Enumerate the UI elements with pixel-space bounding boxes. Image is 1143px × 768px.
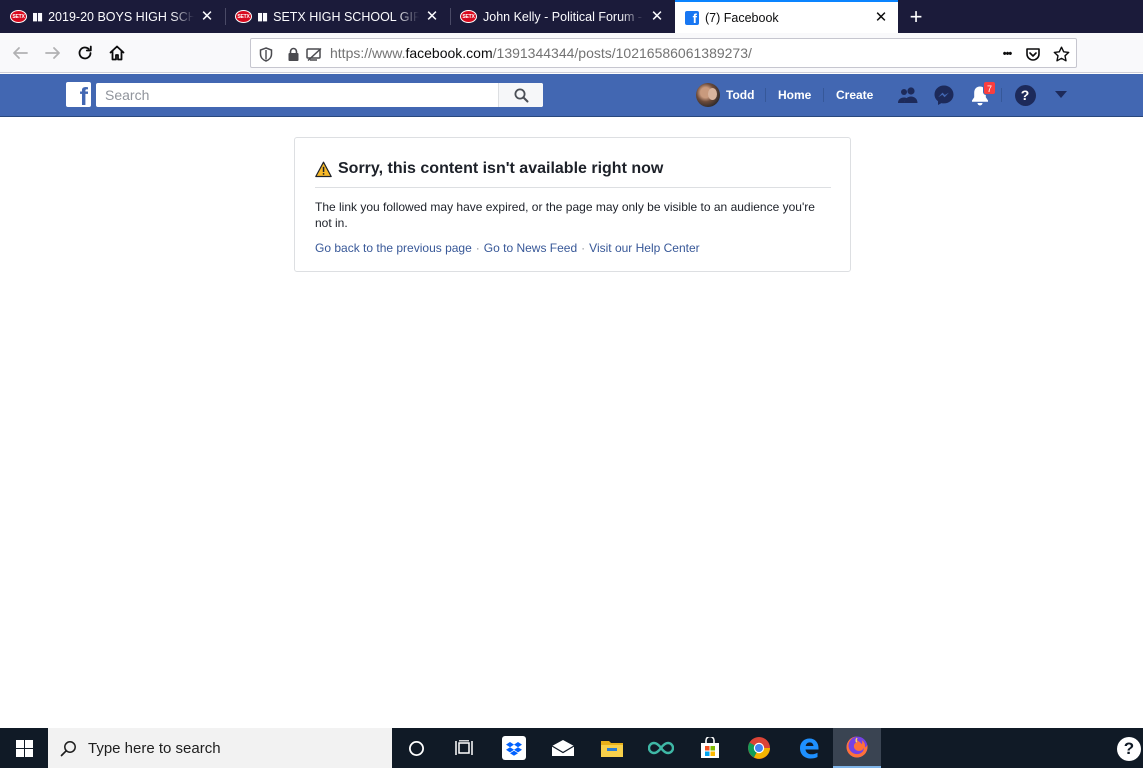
link-separator: · (475, 241, 480, 255)
audio-playing-icon: ▮▮ (32, 11, 43, 23)
browser-tab-2[interactable]: SETX ▮▮ SETX HIGH SCHOOL GIRLS' BASKETBA… (225, 0, 449, 33)
browser-tab-1[interactable]: SETX ▮▮ 2019-20 BOYS HIGH SCHOOL ✕ (0, 0, 224, 33)
account-menu-dropdown-icon[interactable] (1048, 82, 1074, 108)
windows-logo-icon (15, 739, 33, 757)
task-view-icon[interactable] (440, 728, 488, 768)
tracking-protection-shield-icon[interactable] (257, 45, 275, 63)
start-button[interactable] (0, 728, 48, 768)
back-arrow-icon (13, 47, 28, 59)
facebook-search-input[interactable] (96, 83, 498, 107)
bookmark-star-icon[interactable] (1052, 45, 1070, 63)
browser-tab-3[interactable]: SETX John Kelly - Political Forum - SETX… (450, 0, 674, 33)
facebook-search-button[interactable] (498, 83, 543, 107)
setx-favicon-icon: SETX (10, 10, 27, 23)
permissions-icon[interactable] (305, 45, 323, 63)
browser-tab-strip: SETX ▮▮ 2019-20 BOYS HIGH SCHOOL ✕ SETX … (0, 0, 1143, 33)
lock-icon[interactable] (284, 45, 302, 63)
close-tab-icon[interactable]: ✕ (650, 9, 664, 24)
error-title: Sorry, this content isn't available righ… (338, 160, 664, 177)
new-tab-button[interactable]: + (905, 6, 927, 28)
help-icon[interactable]: ? (1012, 82, 1038, 108)
avatar (696, 83, 720, 107)
url-text[interactable]: https://www.facebook.com/1391344344/post… (330, 45, 752, 61)
search-icon (48, 728, 88, 768)
help-glyph: ? (1014, 84, 1036, 106)
help-question-icon[interactable]: ? (1117, 737, 1141, 761)
home-button[interactable] (104, 40, 130, 66)
nav-divider (823, 88, 824, 102)
infinity-app-icon[interactable] (637, 728, 685, 768)
taskbar-search-placeholder: Type here to search (88, 739, 221, 757)
url-prefix: https://www. (330, 45, 406, 61)
facebook-logo-letter: f (79, 83, 88, 108)
warning-icon (315, 161, 332, 178)
news-feed-link[interactable]: Go to News Feed (484, 241, 577, 255)
tab-title: (7) Facebook (705, 10, 779, 25)
reload-icon (78, 45, 92, 60)
error-header: Sorry, this content isn't available righ… (315, 160, 831, 188)
page-actions-more-icon[interactable]: ••• (996, 45, 1018, 63)
chrome-icon[interactable] (735, 728, 783, 768)
home-link[interactable]: Home (778, 83, 811, 107)
facebook-search-box (96, 83, 543, 107)
windows-taskbar: Type here to search ? (0, 728, 1143, 768)
error-message: The link you followed may have expired, … (315, 200, 815, 230)
forward-button[interactable] (40, 40, 66, 66)
browser-toolbar: https://www.facebook.com/1391344344/post… (0, 33, 1143, 73)
reload-button[interactable] (72, 40, 98, 66)
microsoft-store-icon[interactable] (686, 728, 734, 768)
setx-favicon-icon: SETX (460, 10, 477, 23)
close-tab-icon[interactable]: ✕ (425, 9, 439, 24)
tab-title: SETX HIGH SCHOOL GIRLS' BASKETBALL (273, 9, 419, 24)
notification-count-badge: 7 (983, 81, 996, 95)
profile-name: Todd (726, 88, 755, 102)
pocket-icon[interactable] (1024, 45, 1042, 63)
mail-icon[interactable] (539, 728, 587, 768)
nav-divider (1001, 88, 1002, 102)
taskbar-search-box[interactable]: Type here to search (48, 728, 392, 768)
nav-divider (765, 88, 766, 102)
cortana-icon[interactable] (392, 728, 440, 768)
setx-favicon-icon: SETX (235, 10, 252, 23)
facebook-logo-icon[interactable]: f (66, 82, 91, 107)
back-button[interactable] (7, 40, 33, 66)
dropbox-icon[interactable] (490, 728, 538, 768)
file-explorer-icon[interactable] (588, 728, 636, 768)
audio-playing-icon: ▮▮ (257, 11, 268, 23)
close-tab-icon[interactable]: ✕ (874, 10, 888, 25)
forward-arrow-icon (45, 47, 60, 59)
search-icon (514, 88, 528, 102)
friend-requests-icon[interactable] (895, 82, 921, 108)
tab-title: John Kelly - Political Forum - SETX Spor… (483, 9, 644, 24)
help-center-link[interactable]: Visit our Help Center (589, 241, 700, 255)
facebook-header: f Todd Home Create 7 ? (0, 74, 1143, 117)
url-domain: facebook.com (405, 45, 493, 61)
tab-title: 2019-20 BOYS HIGH SCHOOL (48, 9, 194, 24)
content-unavailable-card: Sorry, this content isn't available righ… (294, 137, 851, 272)
edge-icon[interactable] (785, 728, 833, 768)
facebook-favicon-icon: f (685, 10, 699, 25)
link-separator: · (581, 241, 586, 255)
browser-tab-4-active[interactable]: f (7) Facebook ✕ (675, 0, 898, 33)
home-icon (109, 45, 125, 61)
error-links: Go back to the previous page · Go to News … (315, 241, 700, 255)
url-path: /1391344344/posts/10216586061389273/ (492, 45, 752, 61)
close-tab-icon[interactable]: ✕ (200, 9, 214, 24)
go-back-link[interactable]: Go back to the previous page (315, 241, 472, 255)
address-bar[interactable]: https://www.facebook.com/1391344344/post… (250, 38, 1077, 68)
create-link[interactable]: Create (836, 83, 873, 107)
firefox-icon[interactable] (833, 728, 881, 768)
messenger-icon[interactable] (931, 82, 957, 108)
profile-link[interactable]: Todd (696, 83, 754, 107)
